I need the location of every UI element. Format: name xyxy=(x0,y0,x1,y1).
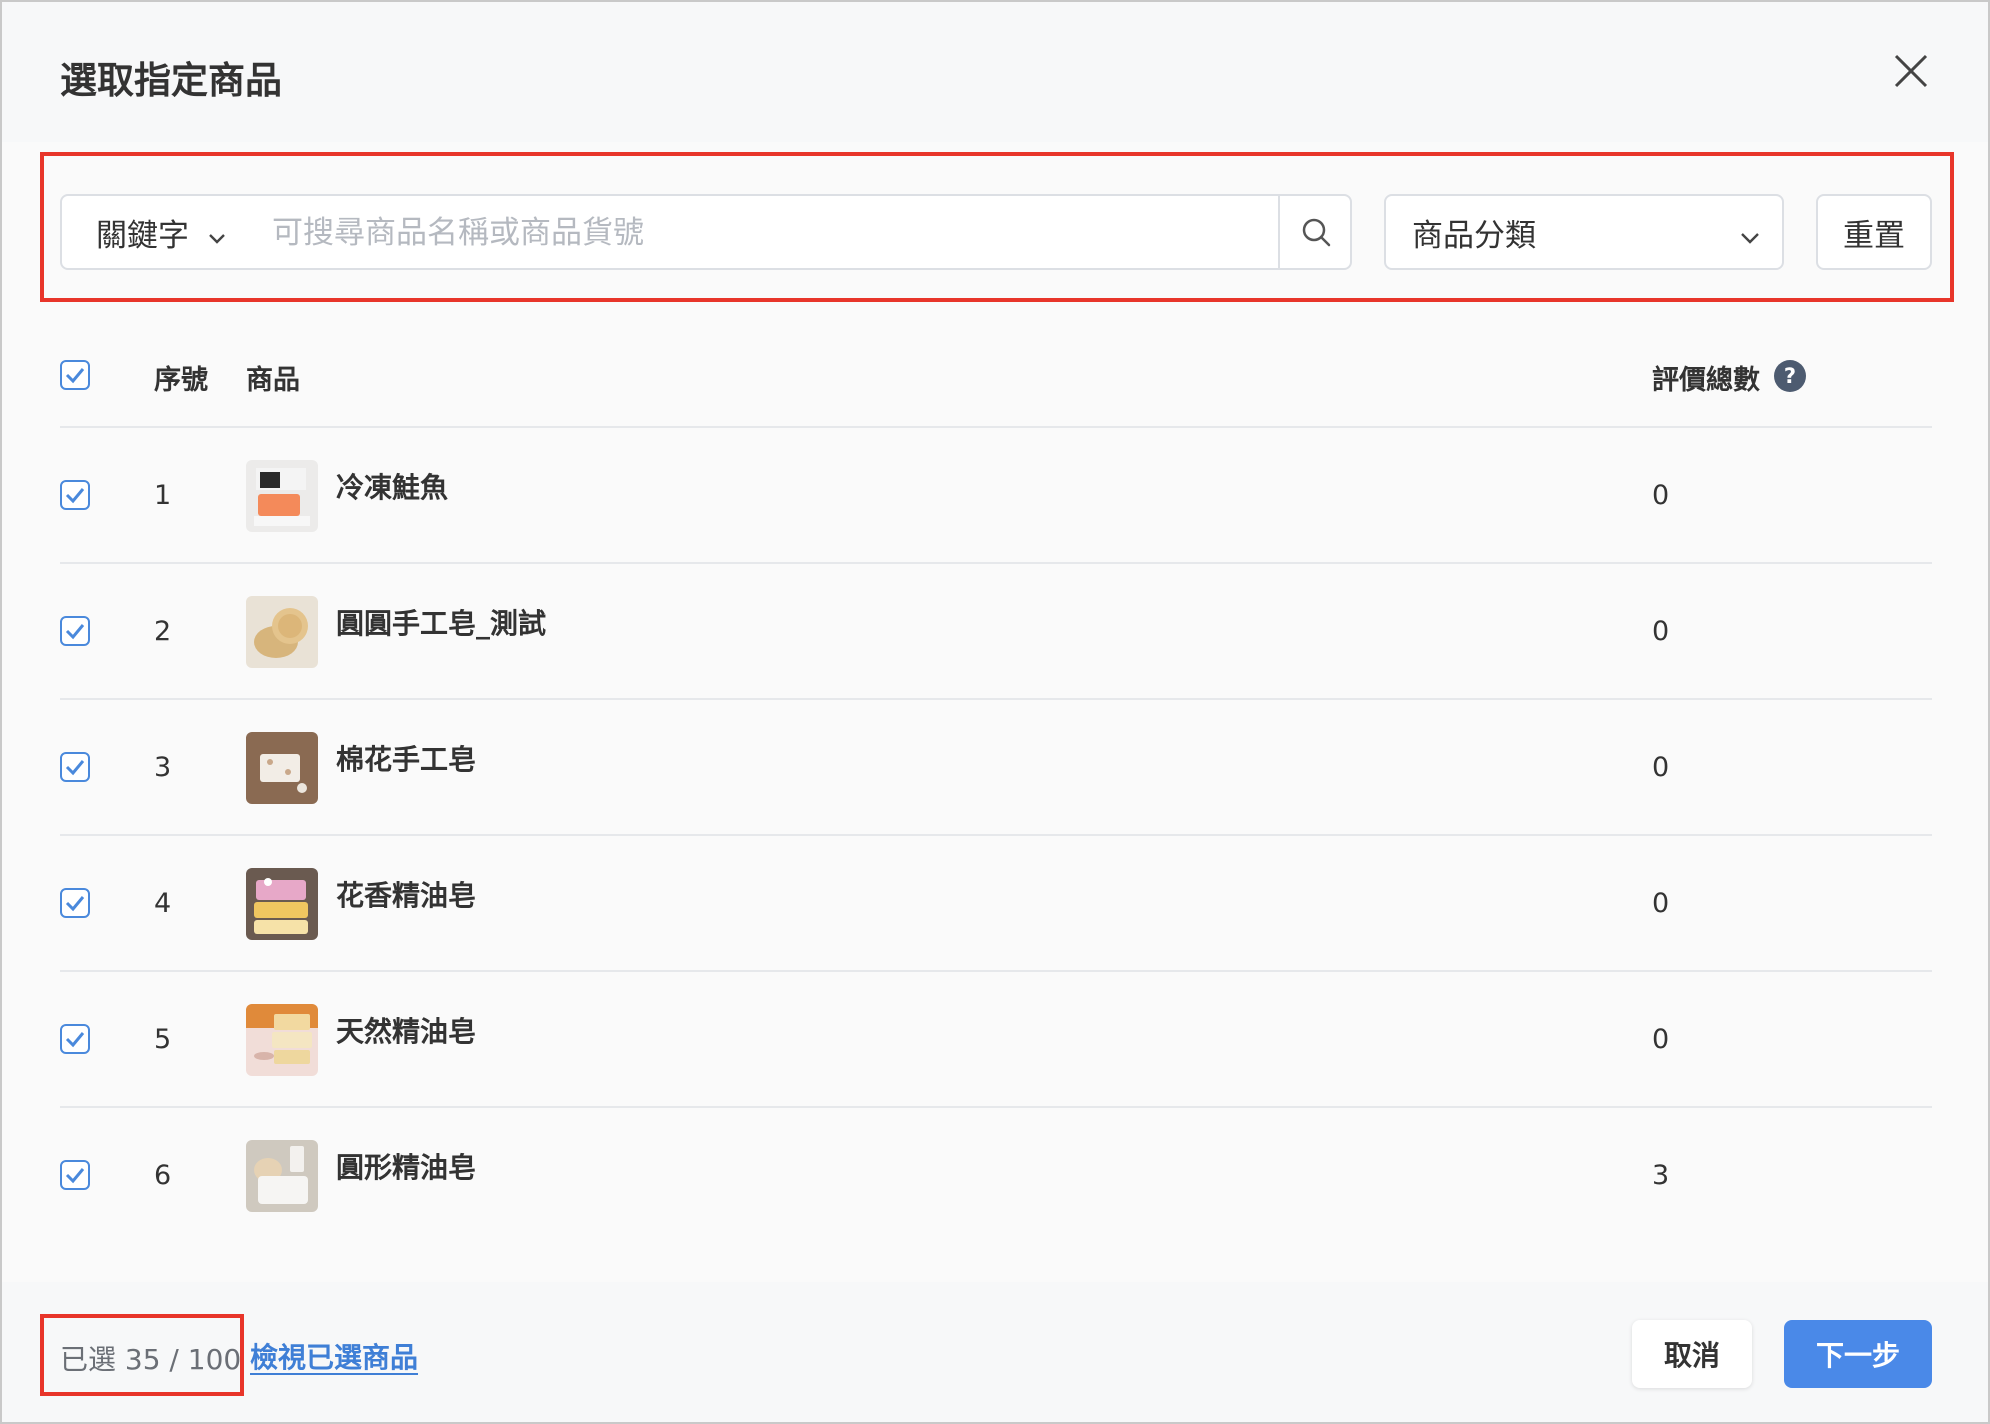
product-name: 圓圓手工皂_測試 xyxy=(336,607,547,640)
table-row[interactable]: 3 棉花手工皂 0 xyxy=(2,700,1990,836)
product-picker-dialog: 選取指定商品 關鍵字 商品分類 重置 序號 商品 評價總數 ? xyxy=(0,0,1990,1424)
review-count: 3 xyxy=(1652,1160,1670,1191)
select-all-checkbox[interactable] xyxy=(60,360,90,390)
table-row[interactable]: 6 圓形精油皂 3 xyxy=(2,1108,1990,1244)
product-name: 天然精油皂 xyxy=(336,1015,477,1048)
table-row[interactable]: 4 花香精油皂 0 xyxy=(2,836,1990,972)
row-checkbox[interactable] xyxy=(60,888,90,918)
product-thumbnail xyxy=(246,868,318,940)
selected-count: 已選 35 / 100 xyxy=(60,1343,242,1376)
header-reviews: 評價總數 xyxy=(1652,365,1760,396)
product-thumbnail xyxy=(246,1004,318,1076)
next-button[interactable]: 下一步 xyxy=(1784,1320,1932,1388)
row-index: 6 xyxy=(154,1160,172,1191)
product-thumbnail xyxy=(246,460,318,532)
help-icon[interactable]: ? xyxy=(1774,360,1806,392)
review-count: 0 xyxy=(1652,480,1670,511)
header-index: 序號 xyxy=(154,365,208,396)
row-index: 4 xyxy=(154,888,172,919)
review-count: 0 xyxy=(1652,752,1670,783)
chevron-down-icon xyxy=(1738,222,1762,258)
row-checkbox[interactable] xyxy=(60,752,90,782)
cancel-button[interactable]: 取消 xyxy=(1632,1320,1752,1388)
product-name: 冷凍鮭魚 xyxy=(336,471,449,504)
search-icon xyxy=(1302,218,1331,247)
search-input[interactable] xyxy=(270,196,1254,270)
row-index: 5 xyxy=(154,1024,172,1055)
row-checkbox[interactable] xyxy=(60,1024,90,1054)
table-row[interactable]: 2 圓圓手工皂_測試 0 xyxy=(2,564,1990,700)
product-thumbnail xyxy=(246,1140,318,1212)
reset-button[interactable]: 重置 xyxy=(1816,194,1932,270)
close-icon[interactable] xyxy=(1888,48,1934,94)
table-row[interactable]: 1 冷凍鮭魚 0 xyxy=(2,428,1990,564)
keyword-type-select[interactable]: 關鍵字 xyxy=(60,194,248,270)
review-count: 0 xyxy=(1652,1024,1670,1055)
dialog-title: 選取指定商品 xyxy=(60,59,282,102)
product-thumbnail xyxy=(246,732,318,804)
category-select[interactable]: 商品分類 xyxy=(1384,194,1784,270)
product-name: 圓形精油皂 xyxy=(336,1151,477,1184)
product-name: 花香精油皂 xyxy=(336,879,477,912)
product-name: 棉花手工皂 xyxy=(336,743,477,776)
row-index: 3 xyxy=(154,752,172,783)
search-button[interactable] xyxy=(1278,194,1352,270)
table-row[interactable]: 5 天然精油皂 0 xyxy=(2,972,1990,1108)
row-index: 2 xyxy=(154,616,172,647)
header-product: 商品 xyxy=(246,365,300,396)
keyword-type-label: 關鍵字 xyxy=(96,217,189,254)
product-thumbnail xyxy=(246,596,318,668)
dialog-header xyxy=(2,2,1988,142)
category-select-label: 商品分類 xyxy=(1412,217,1536,254)
review-count: 0 xyxy=(1652,888,1670,919)
row-checkbox[interactable] xyxy=(60,1160,90,1190)
review-count: 0 xyxy=(1652,616,1670,647)
row-checkbox[interactable] xyxy=(60,616,90,646)
row-index: 1 xyxy=(154,480,172,511)
row-checkbox[interactable] xyxy=(60,480,90,510)
view-selected-link[interactable]: 檢視已選商品 xyxy=(250,1336,418,1376)
chevron-down-icon xyxy=(206,222,228,258)
search-field xyxy=(246,194,1280,270)
